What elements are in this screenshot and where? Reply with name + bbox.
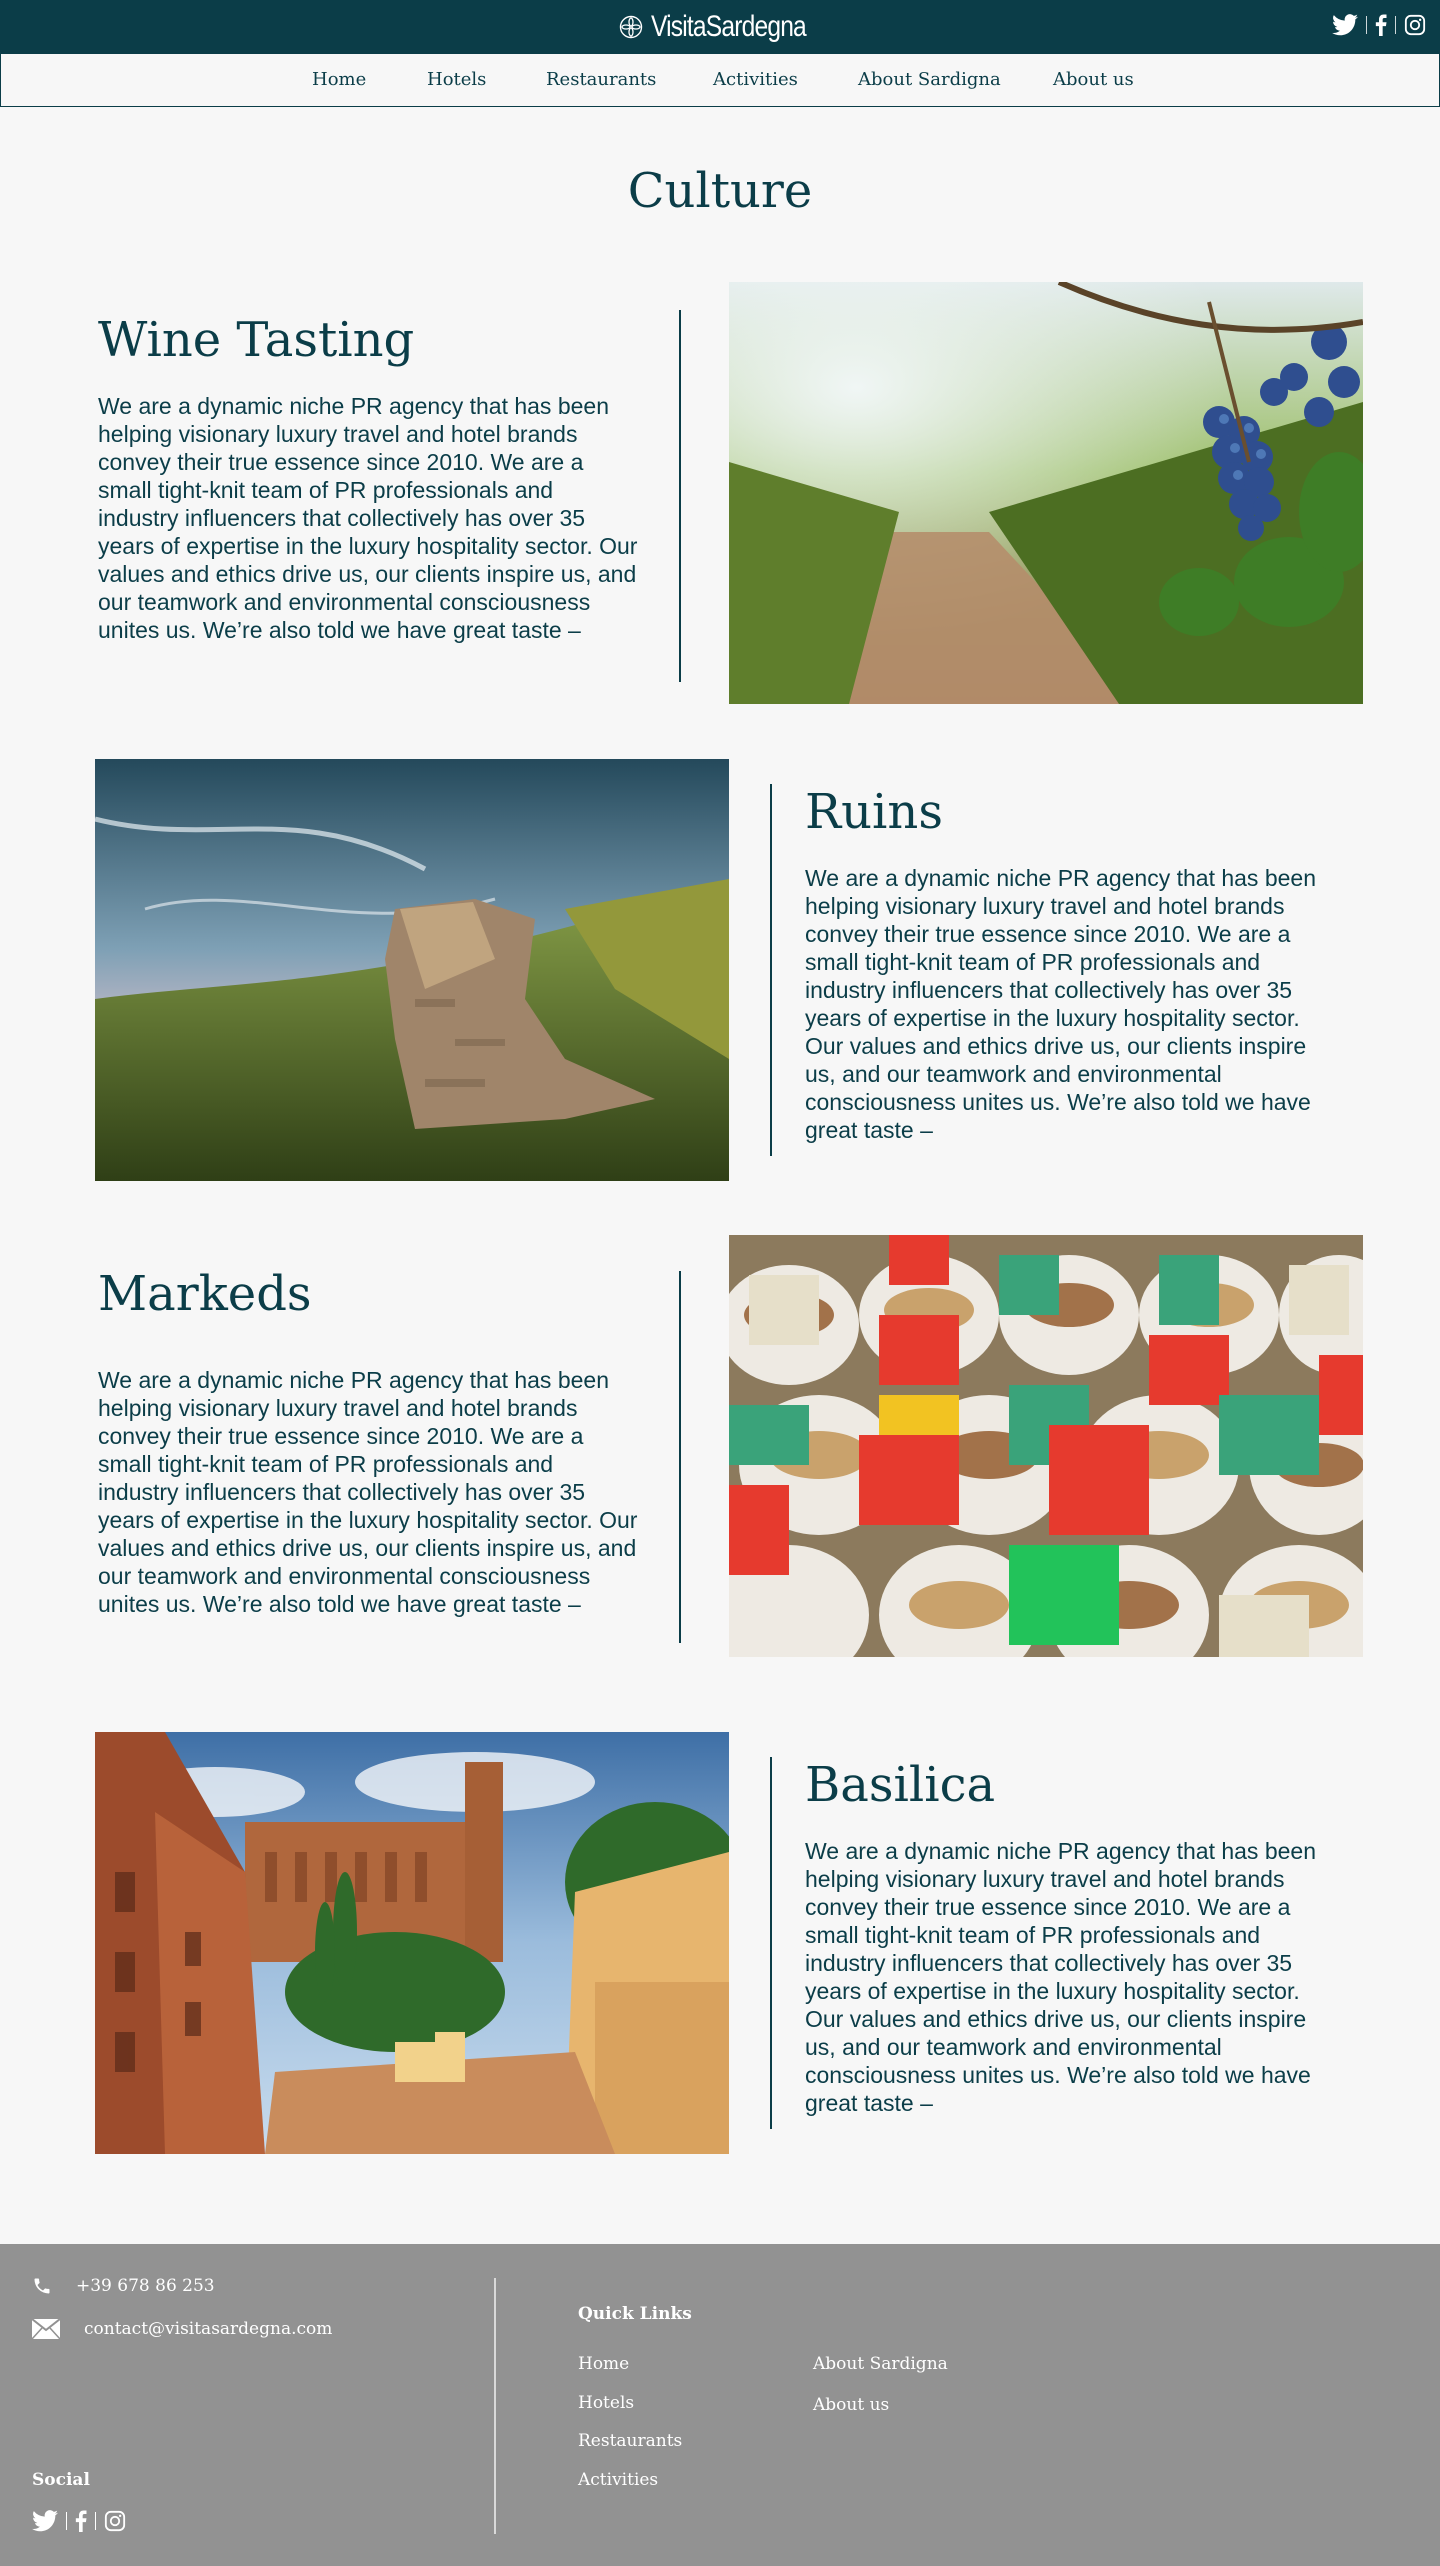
instagram-icon[interactable] (104, 2510, 126, 2532)
main-navigation: Home Hotels Restaurants Activities About… (0, 53, 1440, 107)
quick-links-title: Quick Links (578, 2304, 692, 2324)
email-address[interactable]: contact@visitasardegna.com (84, 2319, 332, 2339)
nav-activities[interactable]: Activities (713, 69, 798, 90)
phone-icon (34, 2278, 50, 2294)
nav-hotels[interactable]: Hotels (427, 69, 486, 90)
flower-logo-icon (619, 15, 643, 38)
instagram-icon[interactable] (1404, 14, 1426, 36)
footer-link-restaurants[interactable]: Restaurants (578, 2431, 682, 2451)
phone-number[interactable]: +39 678 86 253 (76, 2276, 215, 2296)
section-body: We are a dynamic niche PR agency that ha… (805, 864, 1316, 1143)
section-body: We are a dynamic niche PR agency that ha… (805, 1837, 1316, 2116)
top-bar: VisitaSardegna (0, 0, 1440, 53)
section-divider (770, 1757, 772, 2129)
divider (1395, 16, 1396, 34)
nav-about-us[interactable]: About us (1053, 69, 1134, 90)
mail-icon (32, 2319, 60, 2339)
section-divider (770, 784, 772, 1156)
section-ruins: Ruins We are a dynamic niche PR agency t… (805, 784, 1325, 1144)
footer: +39 678 86 253 contact@visitasardegna.co… (0, 2244, 1440, 2566)
vineyard-grapes-photo (729, 282, 1363, 704)
facebook-icon[interactable] (1375, 14, 1387, 36)
section-body: We are a dynamic niche PR agency that ha… (98, 392, 638, 643)
section-title: Basilica (805, 1757, 996, 1813)
facebook-icon[interactable] (75, 2510, 87, 2532)
twitter-icon[interactable] (32, 2510, 58, 2532)
section-title: Markeds (98, 1266, 312, 1322)
section-body: We are a dynamic niche PR agency that ha… (98, 1366, 638, 1617)
page-title: Culture (627, 163, 813, 219)
footer-divider (494, 2278, 496, 2534)
nav-restaurants[interactable]: Restaurants (546, 69, 656, 90)
section-markeds: Markeds We are a dynamic niche PR agency… (98, 1266, 638, 1618)
nav-about-sardigna[interactable]: About Sardigna (858, 69, 1001, 90)
section-divider (679, 1271, 681, 1643)
divider (66, 2512, 67, 2530)
footer-link-hotels[interactable]: Hotels (578, 2393, 634, 2413)
footer-link-about-sardigna[interactable]: About Sardigna (813, 2354, 948, 2374)
section-title: Wine Tasting (98, 312, 415, 368)
footer-link-home[interactable]: Home (578, 2354, 629, 2374)
social-links-top (1332, 14, 1426, 36)
brand[interactable]: VisitaSardegna (0, 0, 1440, 53)
contact-email: contact@visitasardegna.com (32, 2319, 332, 2339)
market-stall-photo (729, 1235, 1363, 1657)
footer-link-about-us[interactable]: About us (813, 2395, 889, 2415)
section-basilica: Basilica We are a dynamic niche PR agenc… (805, 1757, 1325, 2117)
contact-phone: +39 678 86 253 (32, 2276, 215, 2296)
brand-name: VisitaSardegna (651, 9, 807, 43)
social-links-footer (32, 2510, 126, 2532)
divider (1366, 16, 1367, 34)
divider (95, 2512, 96, 2530)
footer-link-activities[interactable]: Activities (578, 2470, 658, 2490)
basilica-street-photo (95, 1732, 729, 2154)
twitter-icon[interactable] (1332, 14, 1358, 36)
section-divider (679, 310, 681, 682)
section-wine-tasting: Wine Tasting We are a dynamic niche PR a… (98, 312, 638, 644)
stone-ruin-photo (95, 759, 729, 1181)
section-title: Ruins (805, 784, 943, 840)
nav-home[interactable]: Home (312, 69, 366, 90)
social-title: Social (32, 2470, 90, 2490)
